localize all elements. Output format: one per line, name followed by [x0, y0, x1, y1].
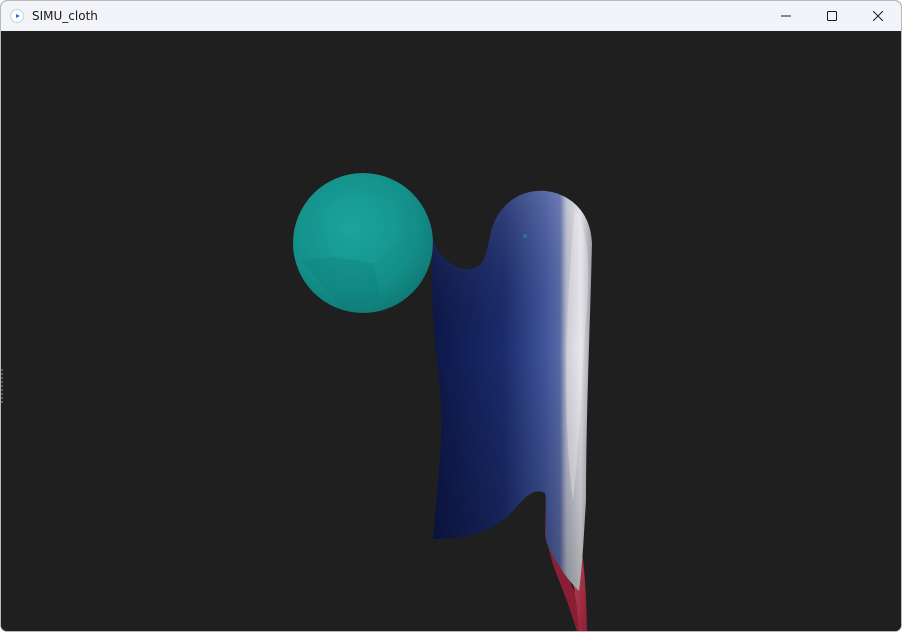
render-viewport[interactable]	[1, 31, 901, 631]
minimize-icon	[781, 15, 791, 17]
title-bar[interactable]: SIMU_cloth	[1, 1, 901, 31]
collision-sphere	[293, 173, 433, 313]
maximize-icon	[827, 11, 837, 21]
app-window: SIMU_cloth	[0, 0, 902, 632]
window-controls	[763, 1, 901, 31]
minimize-button[interactable]	[763, 1, 809, 31]
window-title: SIMU_cloth	[32, 9, 98, 23]
close-button[interactable]	[855, 1, 901, 31]
simulation-scene	[293, 173, 592, 631]
cloth-mesh	[431, 190, 592, 631]
maximize-button[interactable]	[809, 1, 855, 31]
close-icon	[873, 11, 883, 21]
app-play-icon	[10, 9, 24, 23]
